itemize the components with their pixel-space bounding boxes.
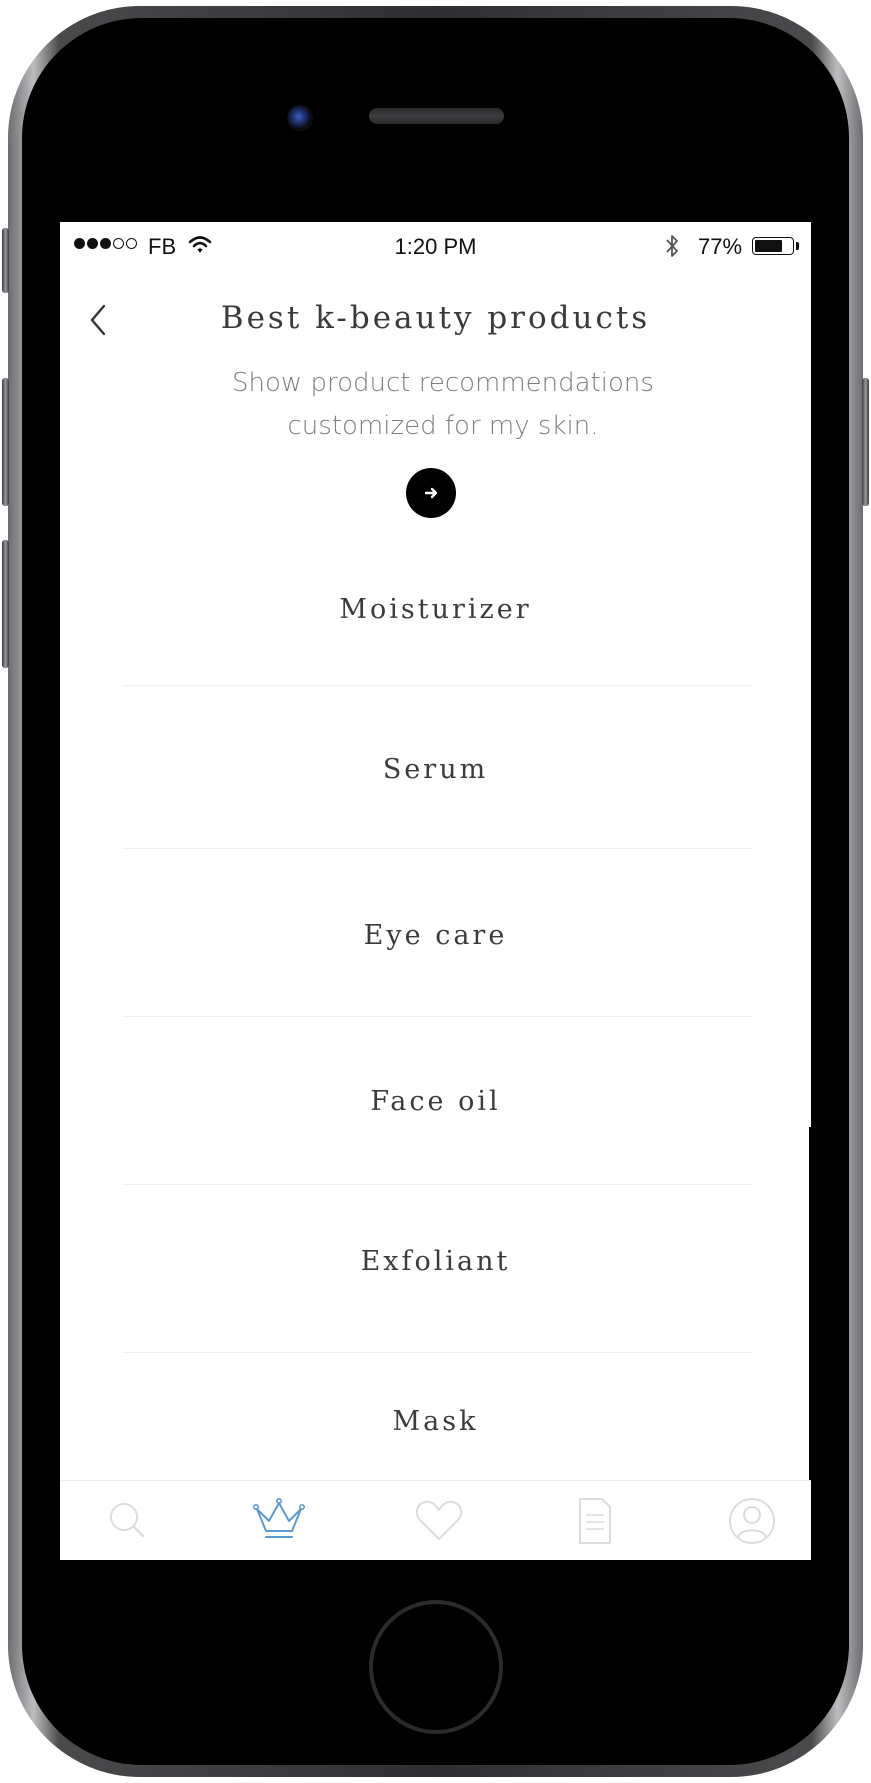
mute-switch bbox=[2, 228, 9, 293]
category-face-oil[interactable]: Face oil bbox=[60, 1086, 811, 1117]
divider bbox=[123, 685, 753, 686]
recommendation-prompt: Show product recommendations customized … bbox=[232, 368, 654, 441]
home-button[interactable] bbox=[369, 1600, 503, 1734]
tab-bar bbox=[60, 1480, 811, 1560]
earpiece-speaker bbox=[369, 108, 504, 124]
battery-fill bbox=[755, 240, 782, 252]
crown-icon bbox=[252, 1498, 305, 1538]
divider bbox=[123, 1016, 753, 1017]
bluetooth-icon bbox=[666, 235, 678, 257]
tab-search[interactable] bbox=[100, 1493, 156, 1549]
scroll-indicator bbox=[809, 1127, 811, 1480]
divider bbox=[123, 848, 753, 849]
battery-tip bbox=[796, 242, 799, 250]
divider bbox=[123, 1352, 753, 1353]
category-serum[interactable]: Serum bbox=[60, 754, 811, 785]
tab-favorites[interactable] bbox=[411, 1493, 467, 1549]
front-camera bbox=[287, 105, 313, 131]
app-screen: FB 1:20 PM 77% Best k-beauty products Sh… bbox=[60, 222, 811, 1560]
battery-percentage: 77% bbox=[698, 234, 743, 259]
battery-icon bbox=[752, 237, 794, 255]
volume-up-button bbox=[2, 378, 9, 506]
divider bbox=[123, 1184, 753, 1185]
tab-documents[interactable] bbox=[566, 1493, 622, 1549]
tab-rankings[interactable] bbox=[251, 1493, 307, 1549]
volume-down-button bbox=[2, 540, 9, 668]
category-eye-care[interactable]: Eye care bbox=[60, 920, 811, 951]
search-icon bbox=[110, 1503, 145, 1538]
arrow-right-icon bbox=[424, 487, 438, 499]
page-title: Best k-beauty products bbox=[220, 300, 651, 336]
tab-profile[interactable] bbox=[724, 1493, 780, 1549]
status-bar: FB 1:20 PM 77% bbox=[60, 222, 811, 272]
category-moisturizer[interactable]: Moisturizer bbox=[60, 594, 811, 625]
show-recommendations-button[interactable] bbox=[406, 468, 456, 518]
category-exfoliant[interactable]: Exfoliant bbox=[60, 1246, 811, 1277]
document-icon bbox=[579, 1498, 611, 1544]
power-button bbox=[862, 378, 869, 506]
heart-icon bbox=[415, 1500, 463, 1540]
category-mask[interactable]: Mask bbox=[60, 1406, 811, 1437]
profile-icon bbox=[729, 1498, 775, 1544]
